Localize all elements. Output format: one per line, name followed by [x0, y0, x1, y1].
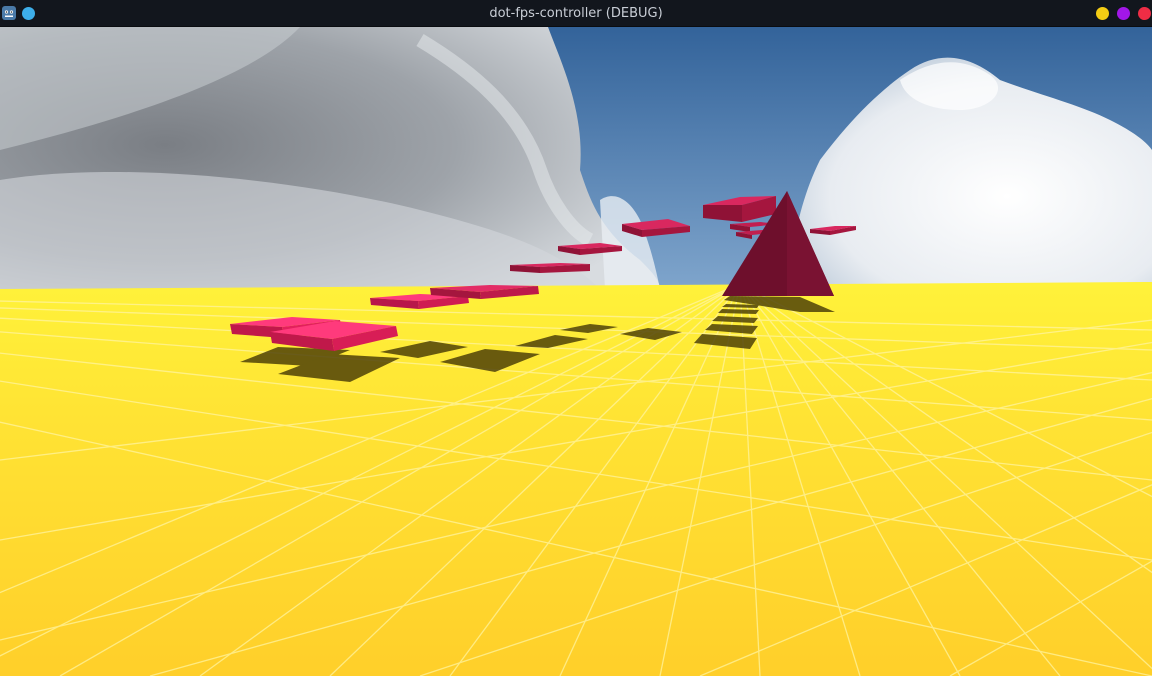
game-window: dot-fps-controller (DEBUG) [0, 0, 1152, 676]
close-button[interactable] [1138, 7, 1151, 20]
window-title: dot-fps-controller (DEBUG) [489, 6, 663, 21]
title-bar[interactable]: dot-fps-controller (DEBUG) [0, 0, 1152, 27]
minimize-button[interactable] [1096, 7, 1109, 20]
game-viewport[interactable] [0, 27, 1152, 676]
maximize-button[interactable] [1117, 7, 1130, 20]
